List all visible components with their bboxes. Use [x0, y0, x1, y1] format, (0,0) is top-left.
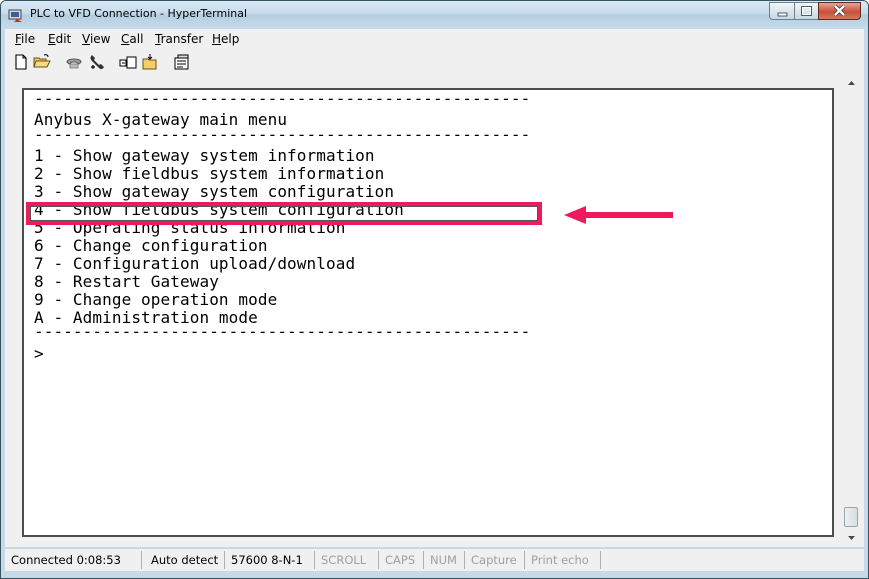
status-divider: [600, 551, 601, 569]
toolbar: [5, 49, 864, 75]
menu-transfer[interactable]: Transfer: [155, 32, 203, 46]
minimize-icon: [777, 12, 788, 17]
minimize-button[interactable]: [769, 2, 795, 20]
hyperterminal-window: PLC to VFD Connection - HyperTerminal Fi…: [0, 0, 869, 579]
menu-view-rest: iew: [89, 32, 111, 46]
menu-file-rest: ile: [21, 32, 36, 46]
scrollbar-thumb[interactable]: [844, 507, 858, 527]
terminal-separator-heading: ----------------------------------------…: [34, 125, 531, 144]
close-button[interactable]: [818, 2, 861, 20]
highlight-box: [26, 202, 542, 225]
scroll-down-arrow-icon[interactable]: [843, 529, 860, 546]
scroll-up-arrow-icon[interactable]: [843, 75, 860, 92]
terminal-prompt: >: [34, 344, 44, 363]
menu-view[interactable]: View: [82, 32, 110, 46]
menu-help[interactable]: Help: [212, 32, 239, 46]
vertical-scrollbar[interactable]: [843, 75, 860, 547]
status-scroll: SCROLL: [321, 553, 367, 567]
status-caps: CAPS: [385, 553, 416, 567]
status-divider: [378, 551, 379, 569]
terminal-menu-line: 2 - Show fieldbus system information: [34, 164, 385, 183]
menu-help-accel: H: [212, 32, 222, 46]
menu-help-rest: elp: [221, 32, 240, 46]
highlight-inner-border: [30, 206, 538, 221]
menu-call-rest: all: [129, 32, 144, 46]
open-folder-icon[interactable]: [33, 53, 51, 71]
terminal-menu-line: 7 - Configuration upload/download: [34, 254, 356, 273]
terminal-menu-line: 1 - Show gateway system information: [34, 146, 375, 165]
close-icon: [833, 4, 846, 17]
status-divider: [464, 551, 465, 569]
menu-bar: File Edit View Call Transfer Help: [5, 29, 864, 49]
status-capture: Capture: [471, 553, 517, 567]
terminal-menu-line: 8 - Restart Gateway: [34, 272, 219, 291]
title-bar[interactable]: PLC to VFD Connection - HyperTerminal: [1, 1, 868, 29]
properties-icon[interactable]: [173, 53, 191, 71]
status-detect: Auto detect: [151, 553, 219, 567]
new-file-icon[interactable]: [12, 53, 30, 71]
menu-file[interactable]: File: [15, 32, 35, 46]
terminal-separator-bottom: ----------------------------------------…: [34, 322, 531, 341]
terminal-menu-line: 6 - Change configuration: [34, 236, 268, 255]
status-settings: 57600 8-N-1: [231, 553, 303, 567]
menu-edit[interactable]: Edit: [48, 32, 71, 46]
status-divider: [141, 551, 142, 569]
status-print-echo: Print echo: [531, 553, 589, 567]
call-phone-icon[interactable]: [87, 53, 105, 71]
terminal-screen[interactable]: ----------------------------------------…: [22, 88, 834, 537]
window-title: PLC to VFD Connection - HyperTerminal: [30, 7, 248, 20]
menu-call[interactable]: Call: [121, 32, 143, 46]
status-divider: [224, 551, 225, 569]
status-divider: [314, 551, 315, 569]
terminal-client-area: ----------------------------------------…: [5, 75, 864, 547]
pointer-arrow-icon: [564, 206, 673, 224]
terminal-menu-line: 3 - Show gateway system configuration: [34, 182, 395, 201]
maximize-icon: [801, 6, 812, 16]
status-num: NUM: [430, 553, 457, 567]
menu-edit-accel: E: [48, 32, 56, 46]
terminal-separator-top: ----------------------------------------…: [34, 89, 531, 108]
send-file-icon[interactable]: [119, 53, 137, 71]
disconnect-phone-icon[interactable]: [65, 53, 83, 71]
terminal-menu-line: 9 - Change operation mode: [34, 290, 278, 309]
status-divider: [423, 551, 424, 569]
maximize-button[interactable]: [794, 2, 819, 20]
receive-file-icon[interactable]: [141, 53, 159, 71]
status-bar: Connected 0:08:53 Auto detect 57600 8-N-…: [5, 549, 864, 571]
menu-view-accel: V: [82, 32, 90, 46]
menu-edit-rest: dit: [55, 32, 72, 46]
menu-transfer-rest: ransfer: [160, 32, 204, 46]
status-divider: [524, 551, 525, 569]
status-connected: Connected 0:08:53: [11, 553, 121, 567]
hyperterminal-app-icon: [8, 9, 22, 22]
